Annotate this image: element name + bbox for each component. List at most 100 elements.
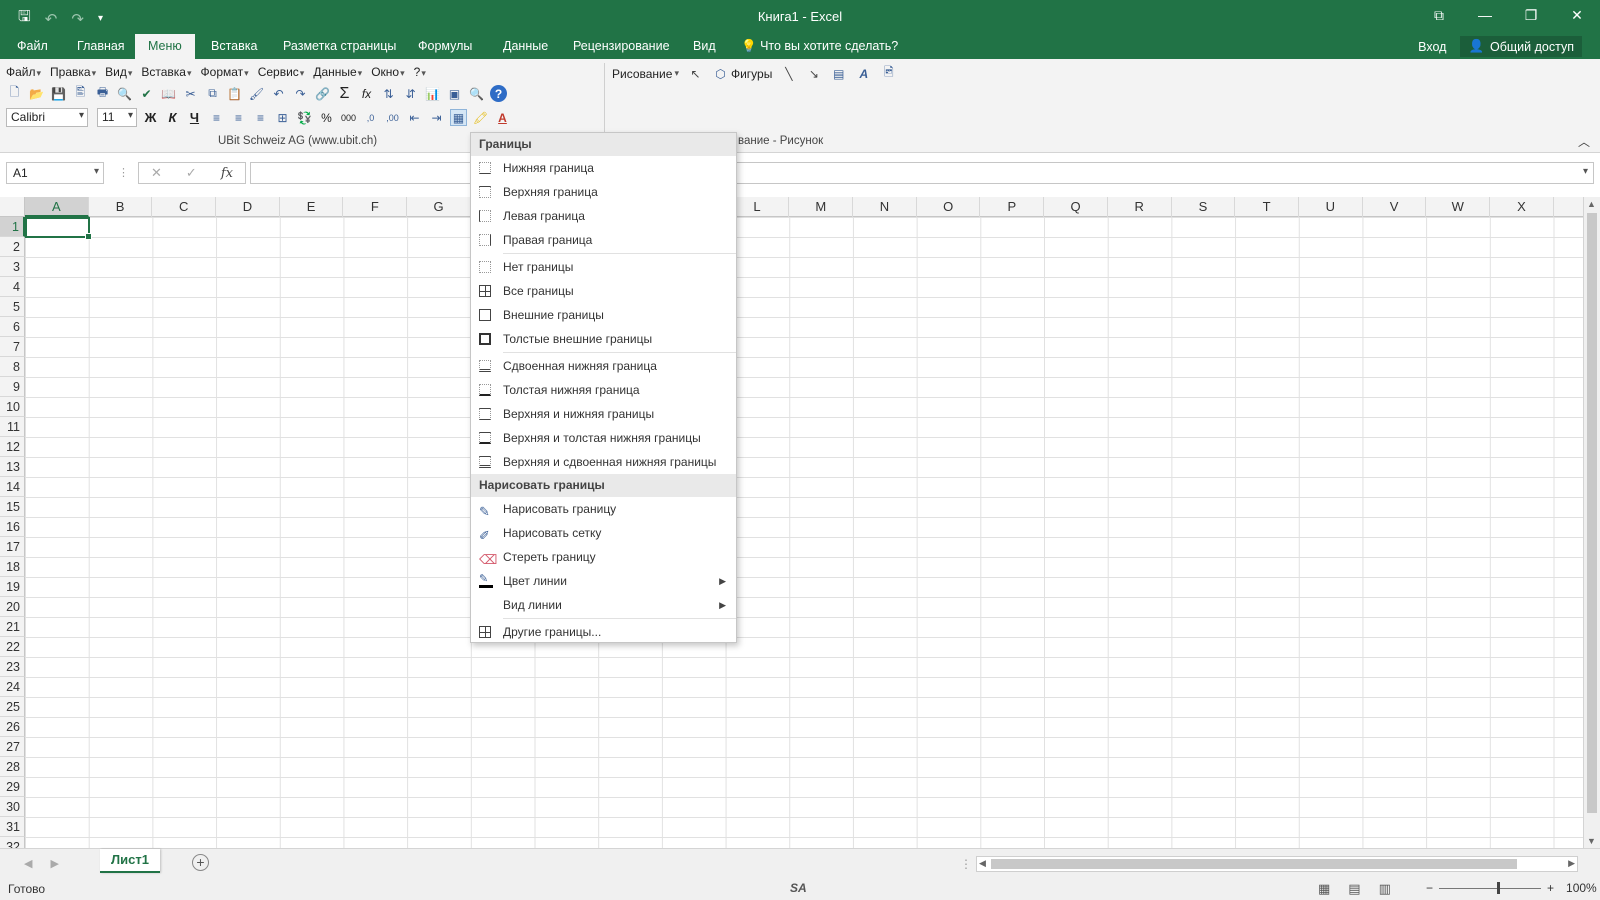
print-icon[interactable]: 🖶 [94, 85, 111, 102]
select-all-corner[interactable] [0, 197, 25, 217]
column-header[interactable]: G [407, 197, 471, 217]
column-header[interactable]: M [789, 197, 854, 217]
fill-color-icon[interactable]: 🖍 [472, 109, 489, 126]
row-header[interactable]: 24 [0, 677, 25, 697]
row-header[interactable]: 23 [0, 657, 25, 677]
border-option-item[interactable]: Верхняя и нижняя границы [471, 402, 736, 426]
row-header[interactable]: 26 [0, 717, 25, 737]
tab-1[interactable]: Главная [64, 34, 138, 59]
row-header[interactable]: 32 [0, 837, 25, 848]
line-style-item[interactable]: Вид линии ▶ [471, 593, 736, 617]
row-header[interactable]: 18 [0, 557, 25, 577]
row-header[interactable]: 31 [0, 817, 25, 837]
row-header[interactable]: 30 [0, 797, 25, 817]
tab-3[interactable]: Вставка [198, 34, 270, 59]
decrease-indent-icon[interactable]: ⇤ [406, 109, 423, 126]
column-header[interactable]: P [981, 197, 1045, 217]
row-header[interactable]: 10 [0, 397, 25, 417]
hyperlink-icon[interactable]: 🔗 [314, 85, 331, 102]
row-header[interactable]: 28 [0, 757, 25, 777]
autosum-icon[interactable]: Σ [336, 85, 353, 102]
row-header[interactable]: 9 [0, 377, 25, 397]
row-header[interactable]: 4 [0, 277, 25, 297]
border-option-item[interactable]: Внешние границы [471, 303, 736, 327]
shapes-menu[interactable]: Фигуры [731, 67, 772, 81]
page-layout-icon[interactable]: ▤ [1348, 881, 1360, 897]
minimize-icon[interactable]: — [1462, 0, 1508, 30]
row-header[interactable]: 3 [0, 257, 25, 277]
menu-item-0[interactable]: Файл [6, 65, 41, 79]
row-header[interactable]: 17 [0, 537, 25, 557]
tab-2[interactable]: Меню [135, 34, 195, 59]
row-header[interactable]: 19 [0, 577, 25, 597]
active-cell[interactable] [25, 217, 92, 240]
fx-icon[interactable]: fx [221, 166, 233, 181]
currency-icon[interactable]: 💱 [296, 109, 313, 126]
bold-button[interactable]: Ж [142, 110, 159, 125]
row-header[interactable]: 5 [0, 297, 25, 317]
scroll-up-icon[interactable]: ▲ [1587, 199, 1596, 209]
macro-record-icon[interactable]: SA [790, 881, 807, 895]
font-size-select[interactable]: 11 [97, 108, 137, 127]
merge-center-icon[interactable]: ⊞ [274, 109, 291, 126]
line-color-item[interactable]: ✎ Цвет линии ▶ [471, 569, 736, 593]
drawing-menu[interactable]: Рисование [612, 67, 672, 81]
row-header[interactable]: 15 [0, 497, 25, 517]
italic-button[interactable]: К [164, 110, 181, 125]
column-header[interactable]: F [344, 197, 408, 217]
tab-4[interactable]: Разметка страницы [270, 34, 409, 59]
tab-7[interactable]: Рецензирование [560, 34, 683, 59]
borders-icon[interactable]: ▦ [450, 109, 467, 126]
row-header[interactable]: 25 [0, 697, 25, 717]
redo-icon[interactable]: ↷ [292, 85, 309, 102]
row-header[interactable]: 29 [0, 777, 25, 797]
row-header[interactable]: 12 [0, 437, 25, 457]
align-right-icon[interactable]: ≡ [252, 109, 269, 126]
border-option-item[interactable]: Верхняя и толстая нижняя границы [471, 426, 736, 450]
new-icon[interactable]: 🗋 [6, 85, 23, 102]
horizontal-scrollbar[interactable]: ◀ ▶ [976, 856, 1578, 872]
menu-item-1[interactable]: Правка [50, 65, 96, 79]
line-icon[interactable]: ╲ [780, 65, 797, 82]
column-header[interactable]: W [1426, 197, 1491, 217]
sort-desc-icon[interactable]: ⇵ [402, 85, 419, 102]
shapes-icon[interactable]: ⬡ [712, 65, 729, 82]
border-option-item[interactable]: Правая граница [471, 228, 736, 252]
spelling-icon[interactable]: ✔ [138, 85, 155, 102]
drawing-toggle-icon[interactable]: ▣ [446, 85, 463, 102]
zoom-in-icon[interactable]: + [1547, 881, 1554, 895]
row-header[interactable]: 8 [0, 357, 25, 377]
border-option-item[interactable]: Сдвоенная нижняя граница [471, 354, 736, 378]
border-option-item[interactable]: Толстые внешние границы [471, 327, 736, 351]
increase-indent-icon[interactable]: ⇥ [428, 109, 445, 126]
menu-item-8[interactable]: ? [414, 65, 426, 79]
column-header[interactable]: S [1172, 197, 1236, 217]
erase-border-item[interactable]: ⌫ Стереть границу [471, 545, 736, 569]
sheet-tab[interactable]: Лист1 [100, 849, 160, 873]
increase-decimal-icon[interactable]: ,0 [362, 109, 379, 126]
font-color-icon[interactable]: A [494, 109, 511, 126]
research-icon[interactable]: 📖 [160, 85, 177, 102]
prev-sheet-icon[interactable]: ◀ [24, 857, 32, 870]
copy-icon[interactable]: ⧉ [204, 85, 221, 102]
menu-item-5[interactable]: Сервис [258, 65, 305, 79]
border-option-item[interactable]: Все границы [471, 279, 736, 303]
insert-picture-icon[interactable]: 🖻 [880, 65, 897, 82]
column-header[interactable]: A [25, 197, 89, 217]
formula-input[interactable] [250, 162, 1594, 184]
name-box[interactable]: A1 [6, 162, 104, 184]
cells-area[interactable] [25, 217, 1583, 848]
row-header[interactable]: 27 [0, 737, 25, 757]
scroll-down-icon[interactable]: ▼ [1587, 836, 1596, 846]
font-name-select[interactable]: Calibri [6, 108, 88, 127]
menu-item-3[interactable]: Вставка [141, 65, 191, 79]
zoom-out-icon[interactable]: − [1426, 881, 1433, 895]
border-option-item[interactable]: Верхняя и сдвоенная нижняя границы [471, 450, 736, 474]
sort-asc-icon[interactable]: ⇅ [380, 85, 397, 102]
border-option-item[interactable]: Нижняя граница [471, 156, 736, 180]
next-sheet-icon[interactable]: ▶ [50, 857, 58, 870]
collapse-ribbon-icon[interactable]: ︿ [1578, 133, 1590, 150]
wordart-icon[interactable]: A [855, 65, 872, 82]
decrease-decimal-icon[interactable]: ,00 [384, 109, 401, 126]
ribbon-display-icon[interactable]: ⧉ [1416, 0, 1462, 30]
